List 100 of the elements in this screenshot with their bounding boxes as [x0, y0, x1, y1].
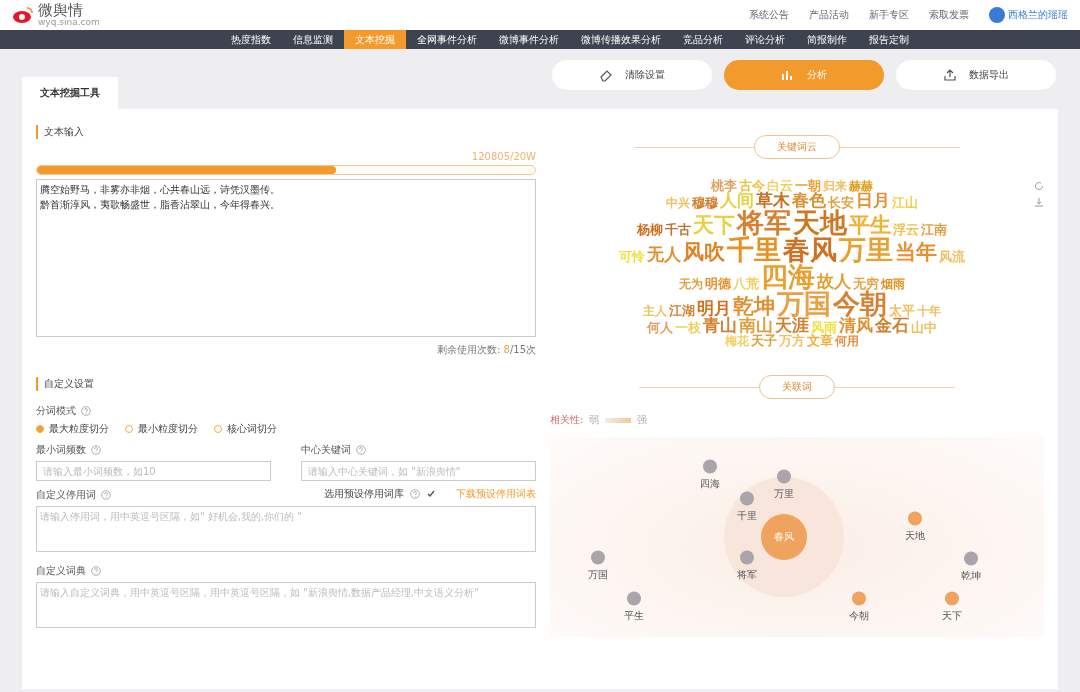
graph-node[interactable]	[703, 459, 717, 474]
cloud-word: 山中	[911, 321, 937, 334]
cloud-word: 桃李	[711, 179, 737, 192]
radio-option[interactable]: 最小粒度切分	[125, 422, 198, 436]
cloud-word: 南山	[739, 317, 773, 334]
bar-chart-icon	[781, 68, 795, 82]
cloud-word: 归来	[823, 180, 847, 192]
radio-option[interactable]: 最大粒度切分	[36, 422, 109, 436]
user-name[interactable]: 西格兰的瑶瑶	[1008, 8, 1068, 22]
cloud-word: 天子	[751, 334, 777, 347]
remaining-uses: 剩余使用次数: 8/15次	[435, 343, 536, 357]
graph-node[interactable]	[964, 551, 978, 566]
cloud-word: 太平	[889, 304, 915, 317]
text-line: 黔首渐淳风，夷歌畅盛世，脂香沾翠山，今年得春兴。	[40, 197, 281, 212]
nav-tab[interactable]: 全网事件分析	[406, 30, 488, 49]
action-button[interactable]: 数据导出	[896, 60, 1056, 90]
header-link[interactable]: 系统公告	[749, 8, 789, 22]
cloud-word: 当年	[895, 242, 937, 263]
cloud-word: 千古	[665, 223, 691, 236]
graph-node[interactable]	[945, 591, 959, 606]
node-label: 平生	[624, 608, 644, 623]
cloud-word: 浮云	[893, 223, 919, 236]
cloud-word: 四海	[761, 263, 815, 290]
cloud-word: 文章	[807, 334, 833, 347]
graph-node[interactable]	[740, 491, 754, 506]
cloud-word: 草木	[756, 192, 790, 209]
cloud-word: 清风	[839, 317, 873, 334]
node-label: 天下	[942, 608, 962, 623]
download-icon[interactable]	[1034, 197, 1044, 207]
cloud-word: 故人	[817, 273, 851, 290]
cloud-word: 无为	[679, 278, 703, 290]
legend-text: 弱	[589, 413, 600, 427]
char-count: 120805/20W	[470, 151, 536, 162]
checkbox[interactable]	[426, 488, 436, 499]
nav-tab[interactable]: 报告定制	[858, 30, 920, 49]
input-field[interactable]: 请输入中心关键词，如 "新浪舆情"	[301, 461, 536, 481]
node-label: 乾坤	[961, 568, 981, 583]
help-icon[interactable]	[91, 566, 101, 576]
help-icon[interactable]	[81, 406, 91, 416]
nav-tab[interactable]: 简报制作	[796, 30, 858, 49]
nav-tab[interactable]: 微博传播效果分析	[570, 30, 672, 49]
graph-node[interactable]	[852, 591, 866, 606]
nav-tab[interactable]: 微博事件分析	[488, 30, 570, 49]
graph-node[interactable]	[777, 469, 791, 484]
cloud-word: 今朝	[833, 290, 887, 317]
cloud-word: 梅花	[725, 335, 749, 347]
cloud-word: 古今	[739, 179, 765, 192]
field-label: 自定义停用词	[36, 488, 96, 502]
upload-icon	[943, 68, 957, 82]
node-label: 万国	[588, 567, 608, 582]
help-icon[interactable]	[410, 488, 420, 499]
cloud-word: 万里	[839, 236, 893, 263]
node-label: 千里	[737, 508, 757, 523]
logo-url: wyq.sina.com	[38, 18, 100, 27]
logo-icon	[12, 6, 34, 24]
nav-tab[interactable]: 竞品分析	[672, 30, 734, 49]
refresh-icon[interactable]	[1034, 181, 1044, 191]
help-icon[interactable]	[356, 445, 366, 455]
cloud-word: 白云	[767, 179, 793, 192]
cloud-word: 赫赫	[849, 180, 873, 192]
header-link[interactable]: 新手专区	[869, 8, 909, 22]
cloud-word: 一朝	[795, 179, 821, 192]
nav-tab[interactable]: 热度指数	[220, 30, 282, 49]
help-icon[interactable]	[91, 445, 101, 455]
cloud-word: 何人	[647, 321, 673, 334]
action-button[interactable]: 清除设置	[552, 60, 712, 90]
cloud-word: 金石	[875, 317, 909, 334]
nav-tab[interactable]: 评论分析	[734, 30, 796, 49]
header-link[interactable]: 产品活动	[809, 8, 849, 22]
header-link[interactable]: 索取发票	[929, 8, 969, 22]
cloud-word: 长安	[828, 196, 854, 209]
cloud-word: 万方	[779, 334, 805, 347]
graph-node[interactable]	[908, 511, 922, 526]
legend-text: 强	[637, 413, 648, 427]
cloud-word: 中兴	[666, 197, 690, 209]
node-label: 四海	[700, 476, 720, 491]
cloud-word: 何用	[835, 335, 859, 347]
cloud-word: 人间	[720, 192, 754, 209]
graph-node[interactable]	[591, 550, 605, 565]
radio-option[interactable]: 核心词切分	[214, 422, 277, 436]
cloud-word: 天下	[693, 215, 735, 236]
cloud-word: 天涯	[775, 317, 809, 334]
field-label: 选用预设停用词库	[324, 486, 404, 501]
text-input-field[interactable]: 腾空始野马，非雾亦非烟，心共春山远，诗凭汉墨传。 黔首渐淳风，夷歌畅盛世，脂香沾翠山，今年得春兴。	[36, 179, 536, 337]
cloud-word: 千里	[727, 236, 781, 263]
cloud-word: 明德	[705, 277, 731, 290]
help-icon[interactable]	[101, 490, 111, 500]
cloud-word: 春色	[792, 192, 826, 209]
cloud-word: 青山	[703, 317, 737, 334]
nav-tab[interactable]: 信息监测	[282, 30, 344, 49]
avatar[interactable]	[989, 7, 1005, 23]
tool-tab[interactable]: 文本挖掘工具	[22, 77, 118, 109]
cloud-word: 风流	[939, 250, 965, 263]
graph-node[interactable]	[627, 591, 641, 606]
node-label: 今朝	[849, 608, 869, 623]
cloud-word: 可怜	[619, 250, 645, 263]
cloud-word: 风雨	[811, 321, 837, 334]
cloud-word: 穆穆	[692, 196, 718, 209]
cloud-word: 将军	[737, 209, 791, 236]
eraser-icon	[599, 68, 613, 82]
